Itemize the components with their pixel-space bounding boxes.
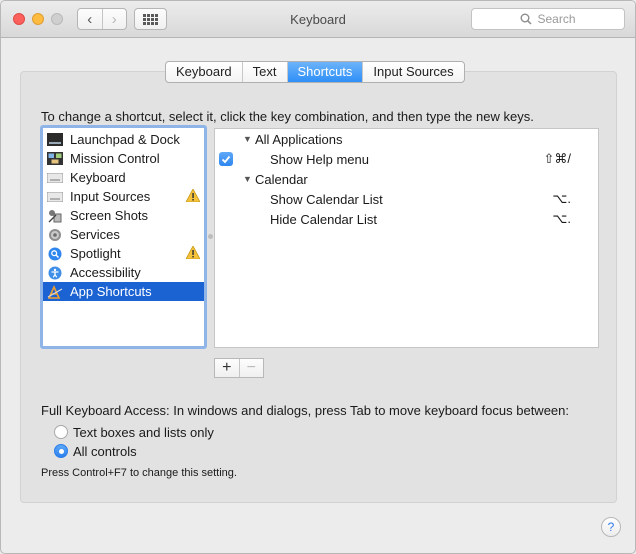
- category-item-mission-control[interactable]: Mission Control: [43, 149, 204, 168]
- category-label: Launchpad & Dock: [70, 132, 180, 147]
- category-label: Input Sources: [70, 189, 151, 204]
- tab-keyboard[interactable]: Keyboard: [166, 62, 242, 82]
- group-label: Calendar: [255, 171, 308, 187]
- shortcut-key[interactable]: ⇧⌘/: [543, 151, 571, 167]
- enabled-checkbox[interactable]: [219, 152, 233, 166]
- remove-button[interactable]: −: [238, 359, 264, 377]
- keyboard-preferences-window: ‹ › Keyboard Search Keyboard Text Shortc…: [0, 0, 636, 554]
- keyboard-access-hint: Press Control+F7 to change this setting.: [41, 467, 237, 479]
- help-button[interactable]: ?: [601, 517, 621, 537]
- instructions-text: To change a shortcut, select it, click t…: [41, 109, 534, 124]
- radio-button-selected[interactable]: [54, 444, 68, 458]
- category-list[interactable]: Launchpad & Dock Mission Control Keyboar…: [40, 125, 207, 349]
- category-item-launchpad-dock[interactable]: Launchpad & Dock: [43, 130, 204, 149]
- shortcut-row[interactable]: Show Help menu ⇧⌘/: [215, 149, 598, 169]
- shortcut-key[interactable]: ⌥.: [552, 191, 571, 207]
- app-shortcuts-icon: [47, 284, 63, 299]
- radio-label: Text boxes and lists only: [73, 424, 214, 440]
- tab-bar: Keyboard Text Shortcuts Input Sources: [165, 61, 465, 83]
- tab-text[interactable]: Text: [241, 62, 287, 82]
- radio-text-boxes-lists[interactable]: Text boxes and lists only: [54, 423, 254, 441]
- shortcut-label: Show Help menu: [270, 151, 369, 167]
- search-field[interactable]: Search: [471, 8, 625, 30]
- shortcut-row[interactable]: Show Calendar List ⌥.: [215, 189, 598, 209]
- category-item-input-sources[interactable]: Input Sources: [43, 187, 204, 206]
- add-button[interactable]: +: [215, 359, 239, 377]
- accessibility-icon: [47, 266, 63, 280]
- tab-shortcuts[interactable]: Shortcuts: [286, 62, 363, 82]
- warning-icon: [185, 188, 201, 205]
- radio-button[interactable]: [54, 425, 68, 439]
- shortcut-key[interactable]: ⌥.: [552, 211, 571, 227]
- category-item-spotlight[interactable]: Spotlight: [43, 244, 204, 263]
- category-item-app-shortcuts[interactable]: App Shortcuts: [43, 282, 204, 301]
- warning-icon: [185, 245, 201, 262]
- launchpad-dock-icon: [47, 133, 63, 147]
- category-label: Keyboard: [70, 170, 126, 185]
- search-placeholder: Search: [537, 12, 576, 26]
- shortcut-group-row[interactable]: ▼ All Applications: [215, 129, 598, 149]
- split-view-handle[interactable]: [208, 234, 213, 239]
- category-item-services[interactable]: Services: [43, 225, 204, 244]
- screen-shots-icon: [47, 209, 63, 223]
- shortcut-group-row[interactable]: ▼ Calendar: [215, 169, 598, 189]
- category-label: Spotlight: [70, 246, 121, 261]
- spotlight-icon: [47, 247, 63, 261]
- group-label: All Applications: [255, 131, 343, 147]
- category-item-accessibility[interactable]: Accessibility: [43, 263, 204, 282]
- shortcut-label: Hide Calendar List: [270, 211, 377, 227]
- services-gear-icon: [47, 228, 63, 242]
- disclosure-triangle-icon[interactable]: ▼: [243, 174, 252, 184]
- search-icon: [520, 13, 533, 25]
- title-bar: ‹ › Keyboard Search: [1, 1, 635, 38]
- add-remove-buttons: + −: [214, 358, 264, 378]
- mission-control-icon: [47, 152, 63, 166]
- disclosure-triangle-icon[interactable]: ▼: [243, 134, 252, 144]
- input-sources-icon: [47, 190, 63, 204]
- shortcut-label: Show Calendar List: [270, 191, 383, 207]
- tab-input-sources[interactable]: Input Sources: [362, 62, 463, 82]
- category-label: Services: [70, 227, 120, 242]
- category-label: Mission Control: [70, 151, 160, 166]
- category-item-keyboard[interactable]: Keyboard: [43, 168, 204, 187]
- radio-label: All controls: [73, 443, 137, 459]
- keyboard-icon: [47, 171, 63, 185]
- category-label: App Shortcuts: [70, 284, 152, 299]
- category-label: Screen Shots: [70, 208, 149, 223]
- category-item-screen-shots[interactable]: Screen Shots: [43, 206, 204, 225]
- shortcut-row[interactable]: Hide Calendar List ⌥.: [215, 209, 598, 229]
- category-label: Accessibility: [70, 265, 141, 280]
- shortcut-list[interactable]: ▼ All Applications Show Help menu ⇧⌘/ ▼ …: [214, 128, 599, 348]
- radio-all-controls[interactable]: All controls: [54, 442, 254, 460]
- keyboard-access-label: Full Keyboard Access: In windows and dia…: [41, 403, 569, 418]
